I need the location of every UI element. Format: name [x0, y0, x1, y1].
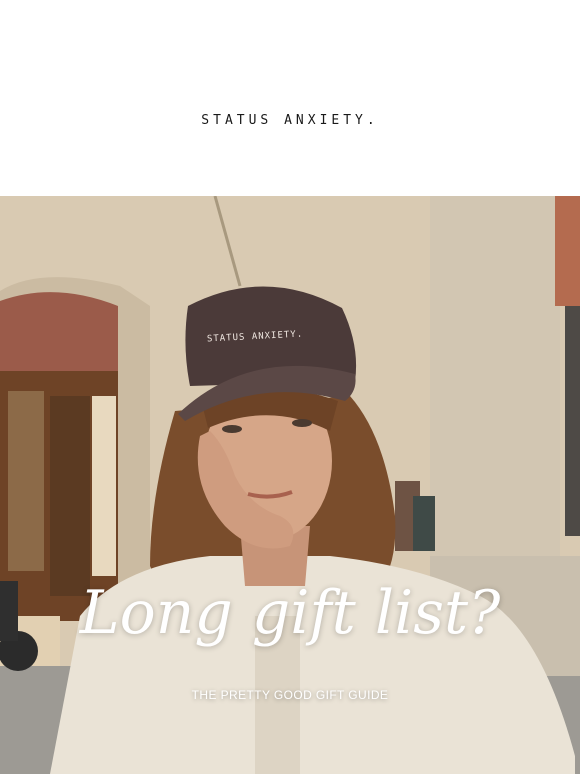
brand-logo[interactable]: STATUS ANXIETY.: [0, 113, 580, 128]
hero-subheadline[interactable]: THE PRETTY GOOD GIFT GUIDE: [0, 688, 580, 702]
email-header: STATUS ANXIETY.: [0, 0, 580, 196]
hero-headline[interactable]: Long gift list?: [0, 583, 580, 643]
